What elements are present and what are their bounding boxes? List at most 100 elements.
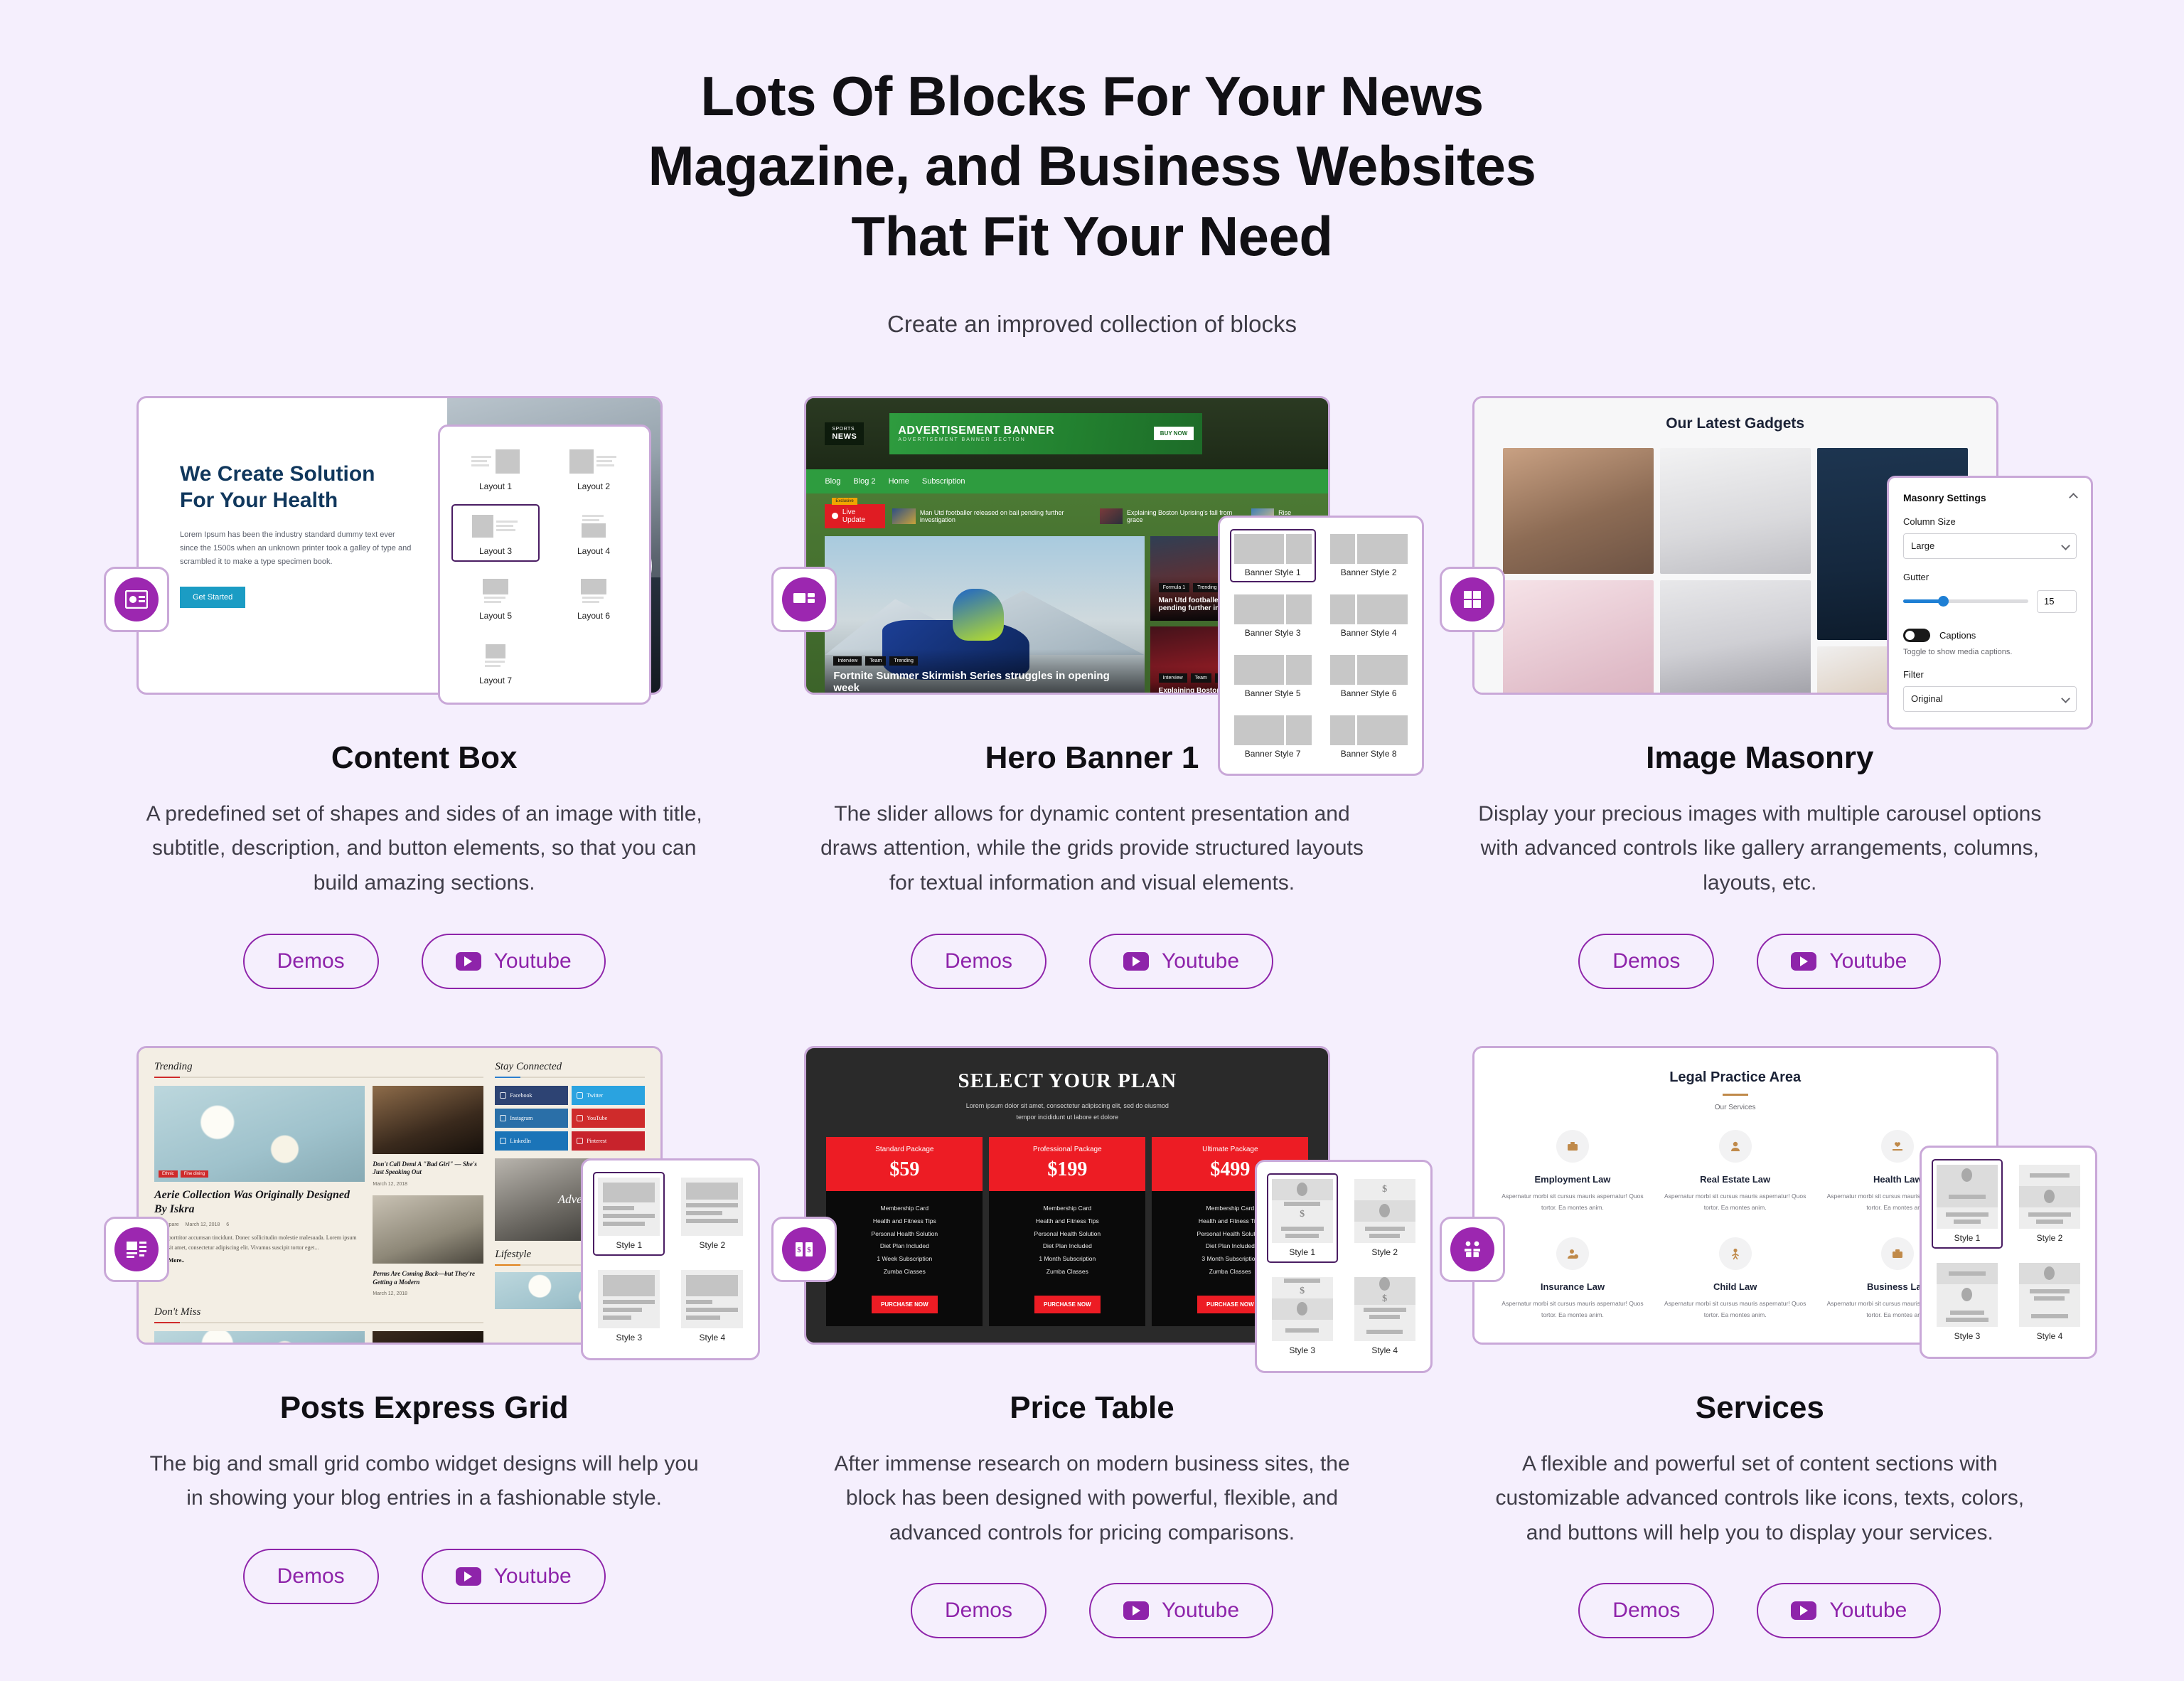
price-style-option-3[interactable]: $ Style 3 xyxy=(1267,1271,1338,1361)
masonry-settings-header[interactable]: Masonry Settings xyxy=(1903,492,2078,503)
youtube-button-price-table[interactable]: Youtube xyxy=(1089,1583,1274,1639)
layout-option-4[interactable]: Layout 4 xyxy=(550,504,638,562)
layout-option-5[interactable]: Layout 5 xyxy=(451,569,540,626)
service-item-insurance-law[interactable]: Insurance Law Aspernatur morbi sit cursu… xyxy=(1499,1237,1647,1320)
gallery-image-cameras[interactable] xyxy=(1659,580,1811,693)
small-post-1[interactable]: Don't Call Demi A "Bad Girl" — She's Jus… xyxy=(373,1085,484,1187)
content-box-cta-button[interactable]: Get Started xyxy=(180,586,246,608)
social-youtube[interactable]: YouTube xyxy=(572,1108,645,1128)
banner-style-option-3[interactable]: Banner Style 3 xyxy=(1230,589,1316,643)
youtube-button-posts-express-grid[interactable]: Youtube xyxy=(421,1548,606,1604)
chevron-up-icon[interactable] xyxy=(2069,493,2078,503)
services-style-option-1[interactable]: Style 1 xyxy=(1931,1158,2003,1249)
price-style-picker-popover[interactable]: $ Style 1 $ Style 2 $ Style 3 $ Style 4 xyxy=(1254,1159,1433,1373)
posts-style-option-3[interactable]: Style 3 xyxy=(593,1264,665,1348)
demos-button-posts-express-grid[interactable]: Demos xyxy=(242,1548,379,1604)
ad-buy-now-button[interactable]: BUY NOW xyxy=(1153,427,1194,441)
banner-style-option-7[interactable]: Banner Style 7 xyxy=(1230,710,1316,764)
gallery-image-laptop[interactable] xyxy=(1502,580,1654,693)
layout-option-1[interactable]: Layout 1 xyxy=(451,439,540,497)
banner-style-option-5[interactable]: Banner Style 5 xyxy=(1230,650,1316,703)
gutter-slider[interactable] xyxy=(1902,596,2028,607)
banner-style-option-8[interactable]: Banner Style 8 xyxy=(1326,710,1412,764)
posts-style-option-4[interactable]: Style 4 xyxy=(676,1264,748,1348)
captions-toggle-row[interactable]: Captions xyxy=(1902,628,2077,642)
gutter-value-input[interactable]: 15 xyxy=(2036,589,2077,613)
social-linkedin[interactable]: LinkedIn xyxy=(495,1131,569,1151)
layout-option-2[interactable]: Layout 2 xyxy=(550,439,638,497)
card-description-content-box: A predefined set of shapes and sides of … xyxy=(146,801,702,895)
price-style-option-1[interactable]: $ Style 1 xyxy=(1266,1173,1338,1263)
logo-top-text: SPORTS xyxy=(832,426,855,432)
services-style-picker-popover[interactable]: Style 1 Style 2 Style 3 Style 4 xyxy=(1919,1145,2097,1359)
posts-grid-icon xyxy=(114,1227,159,1271)
youtube-button-content-box[interactable]: Youtube xyxy=(421,933,606,989)
featured-post[interactable]: Ethnic Fine dining Aerie Collection Was … xyxy=(154,1085,365,1297)
service-5-text: Aspernatur morbi sit cursus mauris asper… xyxy=(1664,1299,1806,1318)
layout-option-7-label: Layout 7 xyxy=(478,675,513,685)
layout-option-6[interactable]: Layout 6 xyxy=(550,569,638,626)
side-2-tag-1: Interview xyxy=(1158,673,1187,683)
captions-toggle[interactable] xyxy=(1902,628,1930,642)
service-item-child-law[interactable]: Child Law Aspernatur morbi sit cursus ma… xyxy=(1661,1237,1809,1320)
gutter-slider-handle[interactable] xyxy=(1938,596,1949,607)
dont-miss-image-1[interactable] xyxy=(154,1331,365,1343)
plan-2-purchase-button[interactable]: PURCHASE NOW xyxy=(1034,1296,1101,1314)
demos-button-services[interactable]: Demos xyxy=(1578,1583,1715,1639)
social-facebook[interactable]: Facebook xyxy=(495,1085,569,1105)
banner-style-option-2[interactable]: Banner Style 2 xyxy=(1326,529,1412,582)
plan-1-purchase-button[interactable]: PURCHASE NOW xyxy=(871,1296,938,1314)
page-title-line-3: That Fit Your Need xyxy=(851,204,1333,267)
nav-item-home[interactable]: Home xyxy=(889,477,909,486)
pricing-plan-standard[interactable]: Standard Package $59 Membership Card Hea… xyxy=(826,1136,983,1327)
demos-button-image-masonry[interactable]: Demos xyxy=(1578,933,1715,989)
services-style-option-3[interactable]: Style 3 xyxy=(1932,1257,2003,1347)
plan-3-purchase-button[interactable]: PURCHASE NOW xyxy=(1197,1296,1263,1314)
social-instagram[interactable]: Instagram xyxy=(495,1108,569,1128)
small-post-2-date: March 12, 2018 xyxy=(373,1291,408,1297)
service-item-employment-law[interactable]: Employment Law Aspernatur morbi sit curs… xyxy=(1499,1129,1647,1213)
nav-item-blog[interactable]: Blog xyxy=(825,477,840,486)
services-style-option-2[interactable]: Style 2 xyxy=(2014,1159,2085,1249)
nav-item-blog-2[interactable]: Blog 2 xyxy=(853,477,875,486)
demos-button-price-table[interactable]: Demos xyxy=(910,1583,1046,1639)
posts-style-option-1[interactable]: Style 1 xyxy=(593,1171,665,1256)
posts-style-option-2[interactable]: Style 2 xyxy=(676,1172,748,1256)
banner-style-5-label: Banner Style 5 xyxy=(1244,688,1301,698)
masonry-settings-popover[interactable]: Masonry Settings Column Size Large Gutte… xyxy=(1886,475,2093,730)
demos-button-content-box[interactable]: Demos xyxy=(242,933,379,989)
banner-style-option-4[interactable]: Banner Style 4 xyxy=(1326,589,1412,643)
social-twitter[interactable]: Twitter xyxy=(572,1085,645,1105)
banner-style-picker-popover[interactable]: Banner Style 1 Banner Style 2 Banner Sty… xyxy=(1217,515,1424,776)
posts-style-picker-popover[interactable]: Style 1 Style 2 Style 3 Style 4 xyxy=(581,1158,761,1360)
price-style-option-4[interactable]: $ Style 4 xyxy=(1349,1271,1420,1361)
filter-value: Original xyxy=(1910,693,1943,705)
layout-option-7[interactable]: Layout 7 xyxy=(451,634,540,691)
youtube-button-image-masonry[interactable]: Youtube xyxy=(1757,933,1942,989)
services-style-option-4[interactable]: Style 4 xyxy=(2014,1257,2085,1347)
blocks-showcase-page: Lots Of Blocks For Your News Magazine, a… xyxy=(0,0,2184,1681)
gallery-image-desk-setup[interactable] xyxy=(1659,447,1811,574)
layout-option-3[interactable]: Layout 3 xyxy=(451,503,540,562)
small-post-2[interactable]: Perms Are Coming Back—but They're Gettin… xyxy=(373,1195,484,1297)
ticker-item-1[interactable]: Man Utd footballer released on bail pend… xyxy=(892,508,1092,524)
read-more-link[interactable]: Read More.. xyxy=(154,1257,365,1264)
price-style-option-2[interactable]: $ Style 2 xyxy=(1349,1173,1420,1263)
dont-miss-image-2[interactable] xyxy=(373,1331,484,1343)
featured-article[interactable]: Interview Team Trending Fortnite Summer … xyxy=(825,535,1145,693)
service-item-real-estate-law[interactable]: Real Estate Law Aspernatur morbi sit cur… xyxy=(1661,1129,1809,1213)
banner-style-option-1[interactable]: Banner Style 1 xyxy=(1229,528,1316,582)
filter-select[interactable]: Original xyxy=(1902,685,2077,712)
pricing-plan-professional[interactable]: Professional Package $199 Membership Car… xyxy=(989,1136,1146,1327)
advertisement-banner[interactable]: ADVERTISEMENT BANNER ADVERTISEMENT BANNE… xyxy=(889,412,1203,454)
nav-item-subscription[interactable]: Subscription xyxy=(922,477,965,486)
banner-style-3-label: Banner Style 3 xyxy=(1244,627,1301,638)
youtube-button-hero-banner[interactable]: Youtube xyxy=(1089,933,1274,989)
gallery-image-smartwatch[interactable] xyxy=(1502,447,1654,574)
layout-picker-popover[interactable]: Layout 1 Layout 2 Layout 3 Layout 4 Layo… xyxy=(438,424,651,705)
youtube-button-services[interactable]: Youtube xyxy=(1757,1583,1942,1639)
social-pinterest[interactable]: Pinterest xyxy=(572,1131,645,1151)
demos-button-hero-banner[interactable]: Demos xyxy=(910,933,1046,989)
column-size-select[interactable]: Large xyxy=(1902,533,2077,559)
banner-style-option-6[interactable]: Banner Style 6 xyxy=(1326,650,1412,703)
